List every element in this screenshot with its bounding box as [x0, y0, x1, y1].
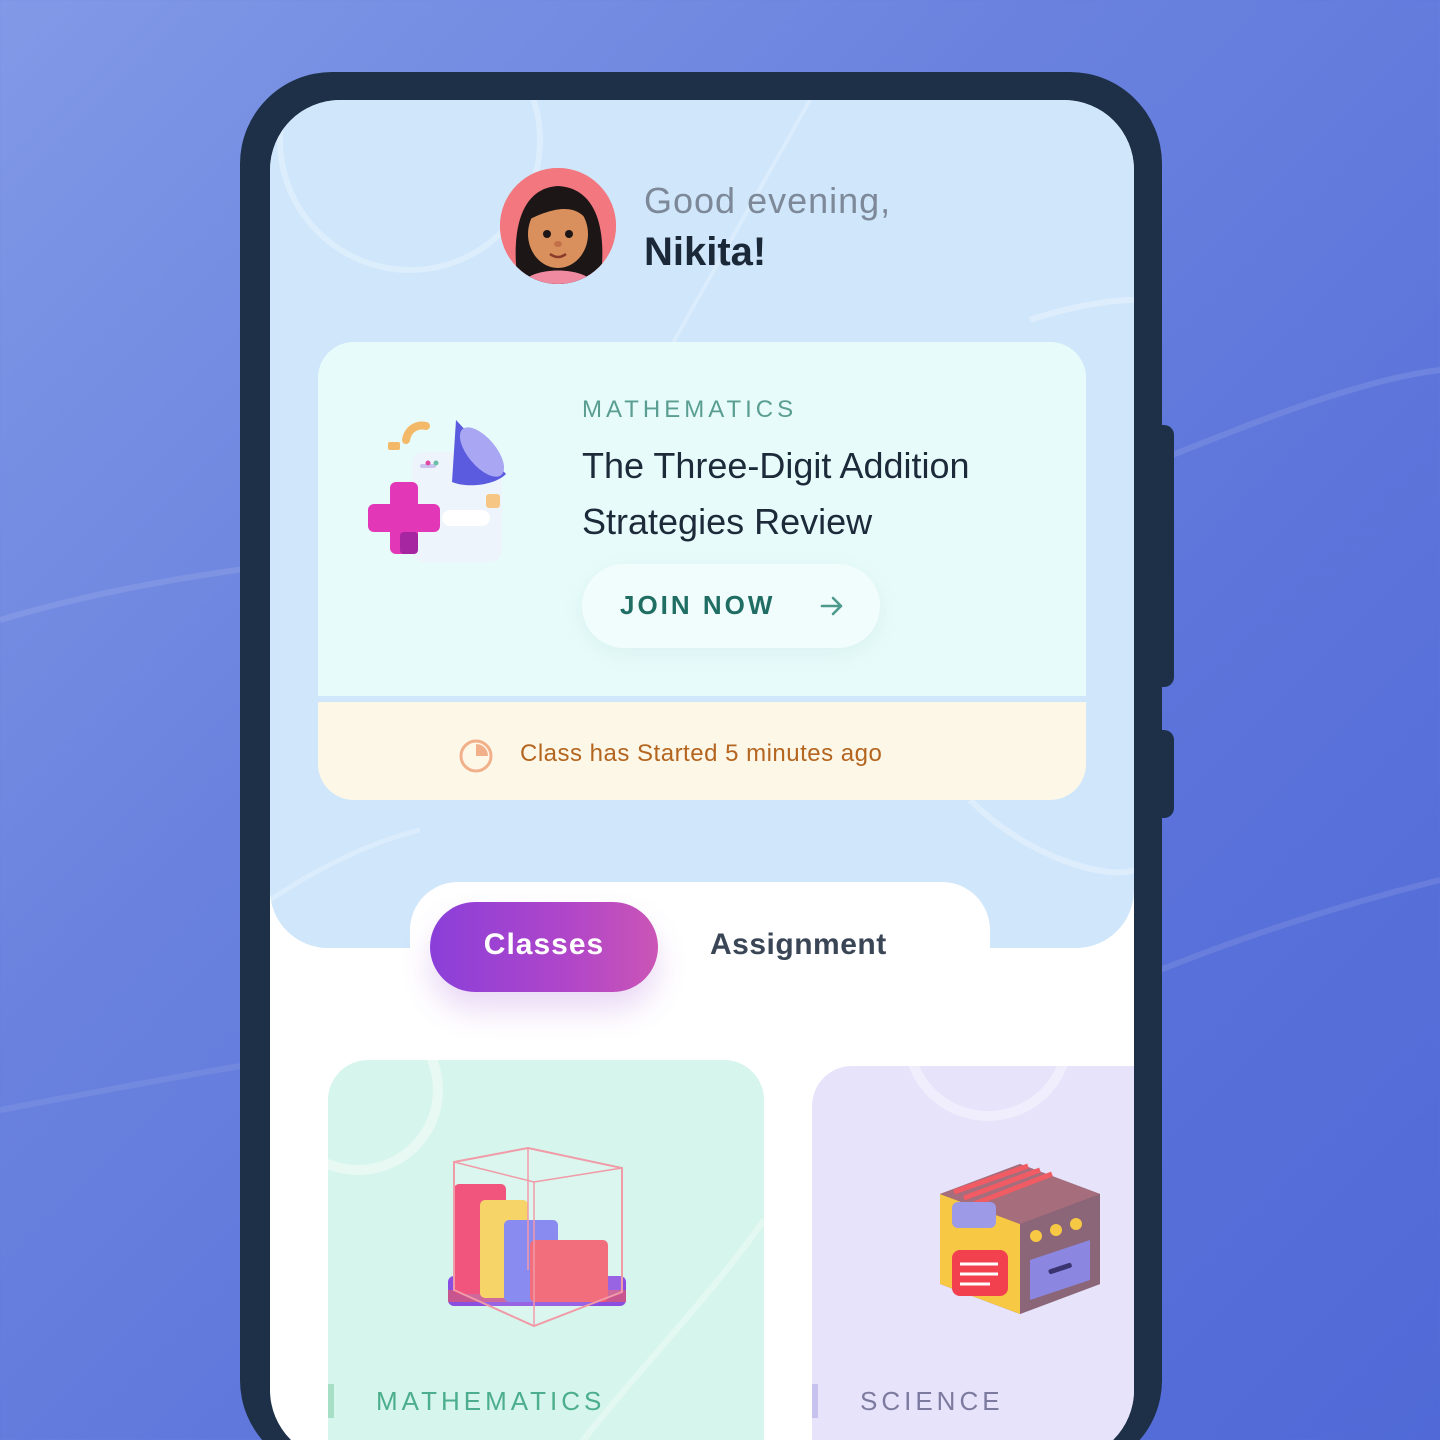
math-3d-illustration [368, 420, 506, 562]
join-now-button[interactable]: JOIN NOW [582, 564, 880, 648]
class-subject: MATHEMATICS [582, 396, 798, 423]
tab-assignment[interactable]: Assignment [710, 928, 930, 972]
subject-card-science[interactable]: SCIENCE [812, 1066, 1134, 1440]
header-area: Good evening, Nikita! MATHEMATICS The Th… [270, 100, 1134, 948]
subject-label-science: SCIENCE [860, 1386, 1004, 1416]
subject-card-mathematics[interactable]: MATHEMATICS [328, 1060, 764, 1440]
archive-box-3d-icon [940, 1163, 1100, 1314]
tab-classes[interactable]: Classes [430, 902, 658, 992]
clock-icon [459, 739, 493, 773]
avatar[interactable] [500, 168, 616, 284]
app-screen: Good evening, Nikita! MATHEMATICS The Th… [270, 100, 1134, 1440]
label-accent-bar [328, 1384, 334, 1418]
girl-avatar-icon [500, 168, 616, 284]
phone-power-button [1158, 730, 1174, 818]
user-name: Nikita! [644, 230, 767, 274]
join-now-label: JOIN NOW [620, 590, 776, 620]
tab-classes-label: Classes [483, 928, 605, 961]
books-3d-icon [448, 1146, 626, 1328]
live-class-card[interactable]: MATHEMATICS The Three-Digit Addition Str… [318, 342, 1086, 800]
greeting-text: Good evening, [644, 180, 892, 221]
class-status-text: Class has Started 5 minutes ago [520, 740, 883, 767]
label-accent-bar [812, 1384, 818, 1418]
class-title: The Three-Digit Addition Strategies Revi… [582, 445, 970, 542]
subject-label-mathematics: MATHEMATICS [376, 1386, 606, 1416]
phone-volume-button [1158, 425, 1174, 687]
arrow-right-icon [820, 596, 843, 616]
